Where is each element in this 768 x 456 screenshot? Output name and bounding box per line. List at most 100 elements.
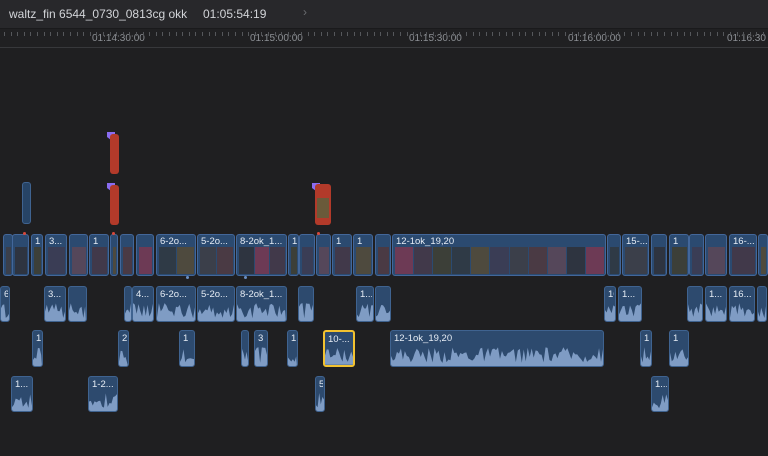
audio-clip[interactable]: 5-2o...	[197, 286, 235, 322]
project-name[interactable]: waltz_fin 6544_0730_0813cg okk	[9, 7, 187, 21]
audio-clip[interactable]: 3	[254, 330, 268, 367]
video-clip[interactable]	[136, 234, 154, 276]
ruler-tick	[353, 32, 355, 36]
audio-clip[interactable]: 1...	[618, 286, 642, 322]
ruler-tick	[320, 32, 322, 36]
waveform	[605, 304, 615, 321]
clip-thumbnail	[48, 247, 65, 274]
video-clip[interactable]: 6-2o...	[156, 234, 196, 276]
ruler-tick	[43, 32, 45, 36]
video-clip[interactable]	[375, 234, 391, 276]
clip-label: 4...	[136, 289, 150, 300]
audio-clip[interactable]: 6	[0, 286, 10, 322]
audio-clip[interactable]: 3...	[44, 286, 66, 322]
video-clip[interactable]	[12, 234, 29, 276]
waveform	[706, 303, 726, 321]
connected-clip-red[interactable]	[315, 184, 331, 225]
waveform	[730, 302, 754, 321]
video-clip[interactable]	[299, 234, 315, 276]
ruler-tick	[518, 32, 520, 36]
audio-clip[interactable]: 1	[32, 330, 43, 367]
clip-thumbnail	[200, 247, 216, 274]
ruler-tick	[538, 32, 540, 36]
video-clip[interactable]: 1	[288, 234, 299, 276]
video-clip[interactable]	[607, 234, 621, 276]
ruler-tick	[479, 32, 481, 36]
clip-thumbnail	[672, 247, 687, 274]
video-clip[interactable]: 1	[31, 234, 43, 276]
video-clip[interactable]	[705, 234, 727, 276]
video-clip[interactable]: 5-2o...	[197, 234, 235, 276]
video-clip[interactable]: 1	[669, 234, 689, 276]
video-clip[interactable]	[316, 234, 331, 276]
ruler-tick	[10, 32, 12, 36]
audio-clip[interactable]	[687, 286, 703, 322]
audio-clip[interactable]: 16	[604, 286, 616, 322]
ruler-tick	[307, 32, 309, 36]
audio-clip[interactable]: 10-...	[323, 330, 355, 367]
clip-thumbnail	[317, 198, 329, 218]
audio-clip[interactable]: 1-2...	[88, 376, 118, 412]
ruler-tick	[202, 32, 203, 36]
timeline-ruler[interactable]: 01:14:30:00 01:15:00:00 01:15:30:00 01:1…	[0, 29, 768, 48]
chevron-right-icon[interactable]: ›	[303, 5, 307, 19]
audio-clip[interactable]	[375, 286, 391, 322]
audio-clip[interactable]: 1	[640, 330, 652, 367]
audio-clip[interactable]: 4...	[132, 286, 154, 322]
audio-clip[interactable]: 6-2o...	[156, 286, 196, 322]
video-clip[interactable]	[120, 234, 134, 276]
waveform	[688, 303, 702, 321]
audio-clip[interactable]: 1	[669, 330, 689, 367]
audio-clip[interactable]: 2	[118, 330, 129, 367]
audio-clip[interactable]: 1...	[356, 286, 374, 322]
ruler-tick	[736, 32, 738, 36]
video-clip[interactable]	[758, 234, 768, 276]
audio-clip[interactable]: 1	[287, 330, 298, 367]
audio-clip[interactable]: 12-1ok_19,20	[390, 330, 604, 367]
audio-clip[interactable]	[298, 286, 314, 322]
clip-thumbnail	[585, 247, 604, 274]
ruler-tick	[76, 32, 78, 36]
audio-clip[interactable]: 8-2ok_1...	[236, 286, 287, 322]
video-clip[interactable]: 1	[353, 234, 373, 276]
audio-clip[interactable]: 1...	[11, 376, 33, 412]
ruler-tick	[162, 32, 164, 36]
audio-clip[interactable]	[68, 286, 87, 322]
video-clip[interactable]	[69, 234, 88, 276]
video-clip[interactable]: 8-2ok_1...	[236, 234, 287, 276]
video-clip[interactable]: 1	[89, 234, 109, 276]
video-clip[interactable]: 1	[332, 234, 352, 276]
audio-clip[interactable]	[757, 286, 767, 322]
video-clip[interactable]	[689, 234, 704, 276]
waveform	[758, 305, 766, 321]
audio-clip[interactable]: 1...	[705, 286, 727, 322]
connected-clip-red[interactable]	[110, 185, 119, 225]
ruler-tick	[545, 32, 547, 36]
video-clip[interactable]: 3...	[45, 234, 67, 276]
video-clip[interactable]: 15-...	[622, 234, 649, 276]
ruler-tick	[749, 32, 751, 36]
video-clip[interactable]: 16-...	[729, 234, 757, 276]
audio-clip[interactable]	[124, 286, 132, 322]
clip-thumbnail	[761, 247, 766, 274]
clip-label: 6-2o...	[160, 289, 187, 300]
clip-label: 6-2o...	[160, 236, 187, 247]
connected-clip[interactable]	[22, 182, 31, 224]
clip-thumbnail	[566, 247, 585, 274]
ruler-tick	[413, 32, 415, 36]
video-clip[interactable]	[651, 234, 667, 276]
audio-clip[interactable]	[241, 330, 249, 367]
audio-clip[interactable]: 1	[179, 330, 195, 367]
ruler-tick	[347, 32, 349, 36]
ruler-tick	[730, 32, 731, 36]
ruler-tick	[670, 32, 672, 36]
timeline-area[interactable]: 1 3... 1 6-2o... 5-2o... 8-2ok_1... 1 1 1 12-1ok_…	[0, 48, 768, 456]
audio-clip[interactable]: 16...	[729, 286, 755, 322]
video-clip[interactable]: 12-1ok_19,20	[392, 234, 606, 276]
connected-clip-red[interactable]	[110, 134, 119, 174]
audio-clip[interactable]: 1...	[651, 376, 669, 412]
video-clip[interactable]	[110, 234, 118, 276]
audio-clip[interactable]: 5	[315, 376, 325, 412]
waveform	[652, 393, 668, 411]
ruler-tick	[611, 32, 613, 36]
